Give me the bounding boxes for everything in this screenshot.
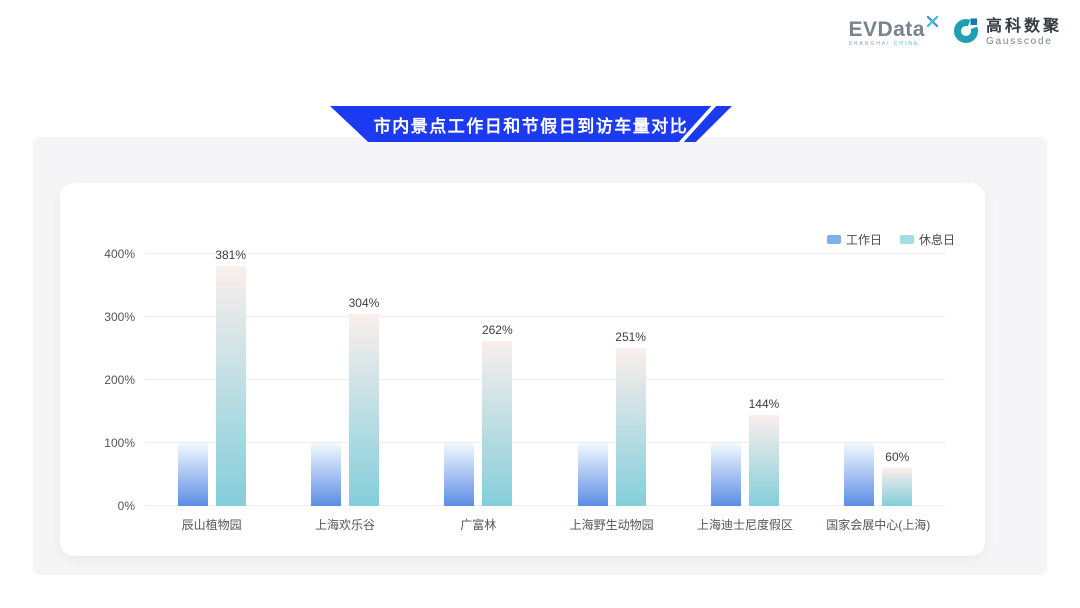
bar-value-label: 144% (749, 397, 780, 411)
bar-value-label: 251% (615, 330, 646, 344)
header-logos: EVData SHANGHAICHINA 高科数聚 Gausscode (848, 16, 1062, 49)
bar-value-label: 262% (482, 323, 513, 337)
legend-label: 休息日 (919, 231, 955, 248)
evdata-logo: EVData SHANGHAICHINA (848, 19, 938, 47)
bar-group: 304%上海欢乐谷 (278, 254, 411, 506)
chart-card: 工作日休息日 0%100%200%300%400%381%辰山植物园304%上海… (60, 183, 985, 556)
bar-group: 262%广富林 (412, 254, 545, 506)
evdata-logo-subtext: SHANGHAICHINA (848, 42, 919, 47)
bar-value-label: 60% (885, 450, 909, 464)
chart-legend: 工作日 休息日 (827, 231, 955, 248)
x-axis-label: 上海欢乐谷 (315, 516, 375, 533)
chart-title-banner: 市内景点工作日和节假日到访车量对比 (330, 106, 732, 142)
bar-series-0[interactable] (578, 443, 608, 506)
gausscode-logo: 高科数聚 Gausscode (954, 16, 1062, 49)
x-axis-label: 辰山植物园 (182, 516, 242, 533)
bar-series-1[interactable]: 381% (216, 266, 246, 506)
bar-series-1[interactable]: 262% (482, 341, 512, 506)
bar-series-1[interactable]: 251% (616, 348, 646, 506)
legend-swatch-icon (900, 235, 914, 244)
gausscode-mark-icon (954, 16, 980, 49)
bar-value-label: 381% (215, 248, 246, 262)
bar-value-label: 304% (349, 296, 380, 310)
bar-series-0[interactable] (444, 443, 474, 506)
y-axis-tick-label: 200% (104, 373, 135, 387)
legend-item-1[interactable]: 休息日 (900, 231, 955, 248)
bar-series-0[interactable] (844, 443, 874, 506)
evdata-x-mark-icon (927, 15, 938, 31)
chart-title: 市内景点工作日和节假日到访车量对比 (374, 112, 689, 137)
x-axis-label: 上海迪士尼度假区 (697, 516, 793, 533)
y-axis-tick-label: 400% (104, 247, 135, 261)
bar-series-0[interactable] (311, 443, 341, 506)
bar-group: 381%辰山植物园 (145, 254, 278, 506)
gausscode-logo-en-text: Gausscode (986, 37, 1062, 47)
y-axis-tick-label: 300% (104, 310, 135, 324)
bar-groups: 381%辰山植物园304%上海欢乐谷262%广富林251%上海野生动物园144%… (145, 254, 945, 506)
bar-group: 60%国家会展中心(上海) (812, 254, 945, 506)
bar-group: 144%上海迪士尼度假区 (678, 254, 811, 506)
gausscode-logo-cn-text: 高科数聚 (986, 19, 1062, 35)
bar-series-1[interactable]: 144% (749, 415, 779, 506)
y-axis-tick-label: 0% (118, 499, 135, 513)
evdata-logo-text: EVData (848, 19, 925, 40)
bar-group: 251%上海野生动物园 (545, 254, 678, 506)
bar-series-0[interactable] (178, 443, 208, 506)
legend-item-0[interactable]: 工作日 (827, 231, 882, 248)
bar-series-1[interactable]: 304% (349, 314, 379, 506)
legend-swatch-icon (827, 235, 841, 244)
content-panel: 工作日休息日 0%100%200%300%400%381%辰山植物园304%上海… (33, 137, 1047, 575)
legend-label: 工作日 (846, 231, 882, 248)
x-axis-label: 上海野生动物园 (570, 516, 654, 533)
bar-series-1[interactable]: 60% (882, 468, 912, 506)
y-axis-tick-label: 100% (104, 436, 135, 450)
x-axis-label: 国家会展中心(上海) (826, 516, 930, 533)
chart-plot-area: 0%100%200%300%400%381%辰山植物园304%上海欢乐谷262%… (145, 254, 945, 506)
x-axis-label: 广富林 (460, 516, 496, 533)
bar-series-0[interactable] (711, 443, 741, 506)
